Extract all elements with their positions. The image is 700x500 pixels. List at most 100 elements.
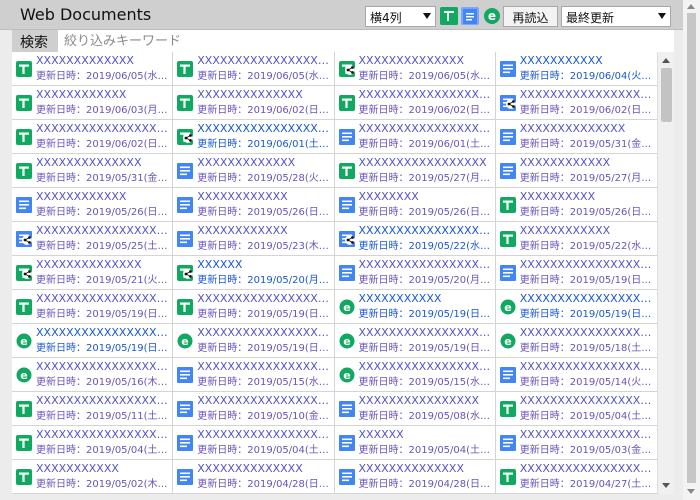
document-card[interactable]: XXXXXXXXXXXXX 更新日時：2019/06/05(水…	[12, 52, 174, 86]
document-card[interactable]: XXXXXXXXXXXXXX 更新日時：2019/05/21(火…	[12, 256, 174, 290]
document-card[interactable]: e XXXXXXXXXXXXXXXXXX… 更新日時：2019/05/18(土…	[495, 324, 657, 358]
scroll-up-arrow-icon[interactable]	[662, 58, 670, 63]
document-card[interactable]: XXXXXXXXXXX 更新日時：2019/05/02(木…	[12, 460, 174, 494]
document-card[interactable]: e XXXXXXXXXXXXXXXXXX… 更新日時：2019/05/19(日…	[12, 324, 174, 358]
document-card[interactable]: XXXXXXXXXXXXXXXXXX… 更新日時：2019/05/03(金…	[495, 426, 657, 460]
window-scroll-down-icon[interactable]	[687, 489, 695, 494]
grid-scrollbar[interactable]	[657, 52, 674, 494]
document-card[interactable]: XXXXXXXXXX 更新日時：2019/05/26(日…	[495, 188, 657, 222]
document-card[interactable]: XXXXXXXXXXXXXXXXXX… 更新日時：2019/05/19(日…	[173, 290, 335, 324]
document-card[interactable]: XXXXXXXXXXXX 更新日時：2019/05/26(日…	[12, 188, 174, 222]
document-title-link[interactable]: XXXXXXXXXXXXXXXXXX…	[36, 122, 168, 136]
filter-e-button[interactable]: e	[483, 7, 501, 25]
scroll-thumb[interactable]	[661, 68, 672, 122]
document-card[interactable]: XXXXXXXXXXXXXXXXXX… 更新日時：2019/05/04(土…	[12, 426, 174, 460]
document-title-link[interactable]: XXXXXXXXXXXXX	[197, 156, 329, 170]
filter-docs-button[interactable]	[461, 7, 479, 25]
document-card[interactable]: XXXXXXXXXXXXXXXXXX… 更新日時：2019/05/25(土…	[12, 222, 174, 256]
columns-select[interactable]: 横4列	[365, 6, 436, 27]
document-card[interactable]: XXXXXXXXXXXXXX 更新日時：2019/06/02(日…	[173, 86, 335, 120]
document-card[interactable]: XXXXXXXXXXXX 更新日時：2019/05/27(月…	[495, 154, 657, 188]
document-title-link[interactable]: XXXXXXXXXXXX	[197, 190, 329, 204]
document-card[interactable]: XXXXXXXXXXXXXXXXXX… 更新日時：2019/06/05(水…	[173, 52, 335, 86]
document-card[interactable]: XXXXXXXXXXXXXXXXXX… 更新日時：2019/06/02(日…	[334, 86, 496, 120]
document-title-link[interactable]: XXXXXXXXXXX	[36, 462, 168, 476]
document-title-link[interactable]: XXXXXXXXXXXX	[36, 190, 168, 204]
document-title-link[interactable]: XXXXXXXXXXXXXXXX…	[520, 462, 652, 476]
document-card[interactable]: XXXXXXXXXXXXXX 更新日時：2019/05/31(金…	[495, 120, 657, 154]
document-card[interactable]: XXXXXXXXXXXXXXXXXX… 更新日時：2019/06/01(土…	[173, 120, 335, 154]
document-title-link[interactable]: XXXXXXXXXXXXXXXXXX…	[520, 428, 652, 442]
document-card[interactable]: XXXXXXXXXXXXXX 更新日時：2019/06/05(水…	[334, 52, 496, 86]
document-card[interactable]: XXXXXX 更新日時：2019/05/04(土…	[334, 426, 496, 460]
document-card[interactable]: XXXXXXXXXXXXXX 更新日時：2019/04/28(日…	[173, 460, 335, 494]
document-title-link[interactable]: XXXXXXXXXXXXXXXXXX…	[359, 88, 491, 102]
document-title-link[interactable]: XXXXXXXXXXXXXXXXXX…	[359, 224, 491, 238]
document-card[interactable]: XXXXXXXXXXXXXXXXXX… 更新日時：2019/06/02(日…	[12, 120, 174, 154]
document-card[interactable]: XXXXXXXXXXXXXXXXXX… 更新日時：2019/05/11(土…	[12, 392, 174, 426]
document-card[interactable]: XXXXXXXX 更新日時：2019/05/26(日…	[334, 188, 496, 222]
document-card[interactable]: e XXXXXXXXXXXXXXXXXX… 更新日時：2019/05/15(水…	[334, 358, 496, 392]
document-card[interactable]: e XXXXXXXXXXXXXXXXXX… 更新日時：2019/05/19(日…	[495, 290, 657, 324]
document-title-link[interactable]: XXXXXX	[197, 258, 329, 272]
document-title-link[interactable]: XXXXXXXXXXXXXX	[359, 462, 491, 476]
document-card[interactable]: XXXXXXXXXXXXXXXX… 更新日時：2019/04/27(土…	[495, 460, 657, 494]
document-card[interactable]: XXXXXXXXXXXXXXXXXX… 更新日時：2019/05/04(土…	[495, 392, 657, 426]
document-title-link[interactable]: XXXXXXXXXXXXXXXXXX…	[520, 394, 652, 408]
sort-select[interactable]: 最終更新	[561, 6, 671, 27]
document-title-link[interactable]: XXXXXXXXXXXXXX	[359, 54, 491, 68]
document-title-link[interactable]: XXXXXXXXXXXXXXXXXX…	[197, 54, 329, 68]
document-card[interactable]: XXXXXXXXXXXXXXXXXX… 更新日時：2019/06/01(土…	[334, 120, 496, 154]
document-card[interactable]: e XXXXXXXXXXXXXXXXXX… 更新日時：2019/05/16(木…	[12, 358, 174, 392]
document-card[interactable]: XXXXXXXXXXXXXXXXXX… 更新日時：2019/05/22(水…	[334, 222, 496, 256]
document-card[interactable]: XXXXXXXXXXXXXXXXXX… 更新日時：2019/05/10(金…	[173, 392, 335, 426]
filter-sheets-button[interactable]	[440, 7, 458, 25]
document-title-link[interactable]: XXXXXXXXXXXXXXXXX	[359, 156, 491, 170]
document-title-link[interactable]: XXXXXXXXXXXXXXXXXX…	[197, 428, 329, 442]
document-title-link[interactable]: XXXXXXXXXXXXXXXXXX…	[520, 88, 652, 102]
search-input[interactable]	[58, 30, 674, 52]
document-card[interactable]: XXXXXXXXXXXXXXXXXX… 更新日時：2019/06/02(日…	[495, 86, 657, 120]
document-card[interactable]: XXXXXXXXXXXXXXXXXX… 更新日時：2019/05/19(日…	[12, 290, 174, 324]
document-card[interactable]: XXXXXXXXXXXX 更新日時：2019/06/03(月…	[12, 86, 174, 120]
document-title-link[interactable]: XXXXXXXXXXXXXXXXXX…	[359, 326, 491, 340]
reload-button[interactable]: 再読込	[503, 6, 558, 27]
document-card[interactable]: XXXXXXXXXXXXXXXXX 更新日時：2019/05/27(月…	[334, 154, 496, 188]
document-title-link[interactable]: XXXXXXXXXXXXXXXXXX…	[359, 122, 491, 136]
document-title-link[interactable]: XXXXXXXXXXXXXXXXXX…	[36, 428, 168, 442]
document-card[interactable]: XXXXXXXXXXXXXXXXXX… 更新日時：2019/05/19(日…	[495, 256, 657, 290]
document-title-link[interactable]: XXXXXXXXXXXXXXXXXX…	[359, 360, 491, 374]
document-title-link[interactable]: XXXXXXXXXXXXXXXXXX…	[359, 258, 491, 272]
document-card[interactable]: XXXXXXXXXXXXXX 更新日時：2019/05/31(金…	[12, 154, 174, 188]
document-title-link[interactable]: XXXXXXXXXXXXXXXXXX…	[36, 360, 168, 374]
document-card[interactable]: XXXXXXXXXXX 更新日時：2019/06/04(火…	[495, 52, 657, 86]
document-card[interactable]: e XXXXXXXXXXX 更新日時：2019/05/19(日…	[334, 290, 496, 324]
window-scrollbar[interactable]	[683, 0, 700, 500]
document-title-link[interactable]: XXXXXXXXXXXX	[197, 224, 329, 238]
document-card[interactable]: XXXXXXXXXXXXXXXX 更新日時：2019/05/08(水…	[334, 392, 496, 426]
document-title-link[interactable]: XXXXXXXXXXX	[520, 54, 652, 68]
window-scroll-up-icon[interactable]	[687, 4, 695, 9]
document-title-link[interactable]: XXXXXXXXXXXXXX	[197, 88, 329, 102]
document-title-link[interactable]: XXXXXXXXXXXXXX	[520, 122, 652, 136]
document-title-link[interactable]: XXXXXXXXXXXXXXXXXX…	[520, 258, 652, 272]
scroll-down-arrow-icon[interactable]	[662, 483, 670, 488]
document-title-link[interactable]: XXXXXXXXXX	[520, 190, 652, 204]
document-title-link[interactable]: XXXXXXXX	[359, 190, 491, 204]
document-card[interactable]: XXXXXXXXXXXX 更新日時：2019/05/26(日…	[173, 188, 335, 222]
document-card[interactable]: XXXXXXXXXXXXXX 更新日時：2019/04/28(日…	[334, 460, 496, 494]
document-title-link[interactable]: XXXXXXXXXXXXXXXXXX…	[36, 394, 168, 408]
document-title-link[interactable]: XXXXXXXXXXXX	[36, 88, 168, 102]
document-card[interactable]: XXXXXXXXXXXXXXXXXX… 更新日時：2019/05/20(月…	[334, 256, 496, 290]
document-title-link[interactable]: XXXXXXXXXXXX	[520, 224, 652, 238]
document-card[interactable]: XXXXXXXXXXXXXXXXXX… 更新日時：2019/05/04(土…	[173, 426, 335, 460]
document-title-link[interactable]: XXXXXX	[359, 428, 491, 442]
document-card[interactable]: XXXXXXXXXXXX 更新日時：2019/05/23(木…	[173, 222, 335, 256]
document-card[interactable]: XXXXXXXXXXXXXXXXXX… 更新日時：2019/05/15(水…	[173, 358, 335, 392]
document-title-link[interactable]: XXXXXXXXXXXXXX	[36, 258, 168, 272]
document-title-link[interactable]: XXXXXXXXXXXXXXXXXX…	[36, 326, 168, 340]
document-title-link[interactable]: XXXXXXXXXXXXXXXXXX…	[520, 326, 652, 340]
document-title-link[interactable]: XXXXXXXXXXX	[359, 292, 491, 306]
document-card[interactable]: XXXXXXXXXXXXX 更新日時：2019/05/28(火…	[173, 154, 335, 188]
document-title-link[interactable]: XXXXXXXXXXXXXXXXXX…	[36, 292, 168, 306]
